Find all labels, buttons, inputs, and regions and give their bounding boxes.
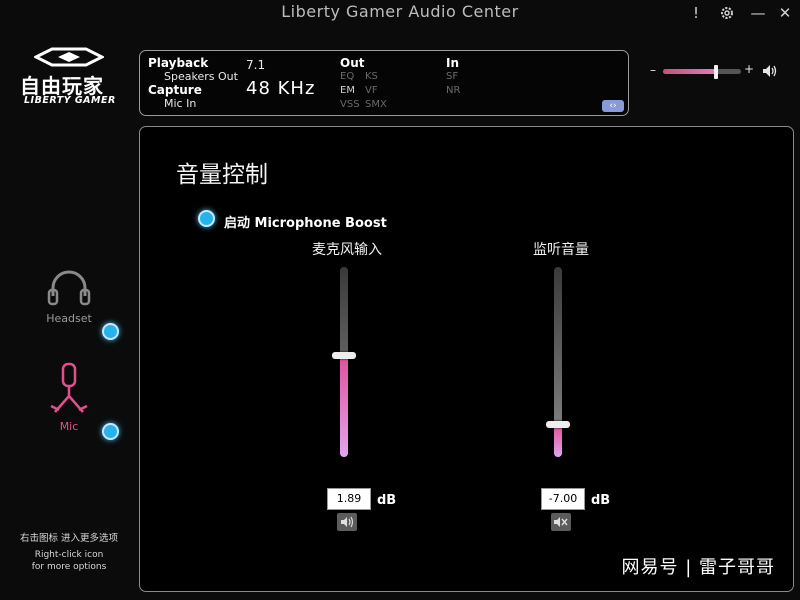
watermark: 网易号 | 雷子哥哥 <box>621 557 775 578</box>
master-volume-thumb[interactable] <box>714 65 718 79</box>
volume-plus[interactable]: + <box>744 62 754 76</box>
close-button[interactable]: ✕ <box>775 3 795 23</box>
channel-config: 7.1 <box>246 58 266 72</box>
logo-text-en: LIBERTY GAMER <box>24 95 116 106</box>
master-volume-slider[interactable] <box>663 65 741 79</box>
monitor-volume-value[interactable]: -7.00 <box>541 488 585 510</box>
in-label: In <box>446 56 460 70</box>
right-click-hint: 右击图标 进入更多选项 Right-click icon for more op… <box>8 533 130 574</box>
master-volume-fill <box>663 69 716 74</box>
minimize-button[interactable]: — <box>748 3 768 23</box>
volume-control-panel: 音量控制 启动 Microphone Boost 麦克风输入 1.89 dB 监… <box>139 126 794 592</box>
speaker-icon[interactable] <box>762 64 778 78</box>
device-headset[interactable]: Headset <box>34 270 104 325</box>
monitor-volume-slider[interactable] <box>546 267 570 457</box>
mic-input-fill <box>340 356 348 457</box>
headset-icon <box>47 270 91 306</box>
out-feature-eq: EQ <box>340 71 355 82</box>
speaker-muted-icon <box>554 517 568 527</box>
playback-label: Playback <box>148 56 209 70</box>
out-feature-em: EM <box>340 85 355 96</box>
mic-input-unit: dB <box>377 493 397 508</box>
monitor-mute-button[interactable] <box>551 513 571 531</box>
out-feature-vss: VSS <box>340 99 360 110</box>
settings-gear-icon[interactable] <box>717 3 737 23</box>
in-feature-nr: NR <box>446 85 461 96</box>
title-bar: Liberty Gamer Audio Center ! — ✕ <box>0 0 800 26</box>
playback-device: Speakers Out <box>164 70 238 83</box>
mic-input-slider[interactable] <box>332 267 356 457</box>
hint-cn: 右击图标 进入更多选项 <box>19 533 119 544</box>
device-headset-label: Headset <box>46 312 92 325</box>
alert-icon[interactable]: ! <box>686 3 706 23</box>
device-info-panel: Playback Speakers Out Capture Mic In 7.1… <box>139 50 629 116</box>
mic-input-mute-button[interactable] <box>337 513 357 531</box>
expand-toggle-icon[interactable]: ‹› <box>602 100 624 112</box>
device-mic-label: Mic <box>59 420 79 433</box>
mic-input-title: 麦克风输入 <box>312 242 382 258</box>
hint-en-1: Right-click icon <box>34 549 104 560</box>
mic-boost-label: 启动 Microphone Boost <box>224 216 387 231</box>
device-mic[interactable]: Mic <box>34 362 104 433</box>
mic-input-value[interactable]: 1.89 <box>327 488 371 510</box>
mic-boost-indicator[interactable] <box>198 210 215 227</box>
volume-minus[interactable]: – <box>650 63 656 77</box>
out-feature-vf: VF <box>365 85 378 96</box>
out-label: Out <box>340 56 365 70</box>
headset-status-indicator[interactable] <box>102 323 119 340</box>
out-feature-ks: KS <box>365 71 378 82</box>
monitor-volume-thumb[interactable] <box>546 421 570 428</box>
microphone-icon <box>50 362 88 413</box>
capture-label: Capture <box>148 83 202 97</box>
monitor-volume-title: 监听音量 <box>533 242 589 258</box>
speaker-icon <box>341 516 354 528</box>
out-feature-smx: SMX <box>365 99 387 110</box>
mic-input-thumb[interactable] <box>332 352 356 359</box>
section-title: 音量控制 <box>176 162 268 188</box>
app-title: Liberty Gamer Audio Center <box>281 2 519 21</box>
logo-emblem-icon <box>34 47 104 67</box>
hint-en-2: for more options <box>31 562 107 572</box>
sample-rate: 48 KHz <box>246 78 316 99</box>
mic-status-indicator[interactable] <box>102 423 119 440</box>
monitor-volume-unit: dB <box>591 493 611 508</box>
brand-logo: 自由玩家 LIBERTY GAMER <box>20 46 120 108</box>
master-volume: – + <box>650 62 780 80</box>
in-feature-sf: SF <box>446 71 459 82</box>
capture-device: Mic In <box>164 97 197 110</box>
monitor-volume-fill <box>554 425 562 457</box>
